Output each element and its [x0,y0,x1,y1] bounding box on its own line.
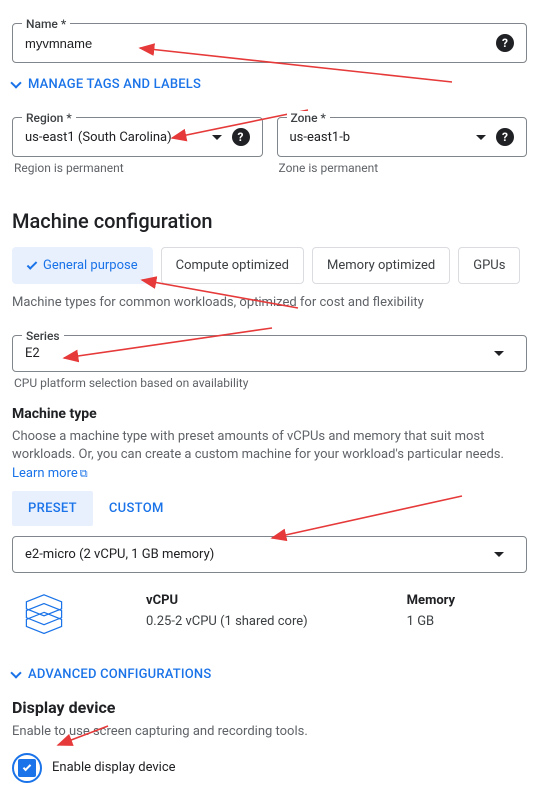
chevron-down-icon [10,77,21,88]
series-hint: CPU platform selection based on availabi… [12,376,527,390]
enable-display-checkbox-row[interactable]: Enable display device [12,753,527,783]
machine-type-select[interactable]: e2-micro (2 vCPU, 1 GB memory) [12,536,527,573]
tab-description: Machine types for common workloads, opti… [12,294,527,312]
check-icon [23,763,31,771]
help-icon[interactable]: ? [496,128,514,146]
tab-label: Memory optimized [327,258,435,273]
name-input[interactable] [25,36,496,51]
tab-memory-optimized[interactable]: Memory optimized [312,247,450,284]
series-select[interactable]: E2 [12,335,527,372]
caret-down-icon [494,552,504,557]
machine-specs: vCPU 0.25-2 vCPU (1 shared core) Memory … [12,585,527,653]
machine-type-value: e2-micro (2 vCPU, 1 GB memory) [25,547,488,562]
display-device-desc: Enable to use screen capturing and recor… [12,723,527,741]
caret-down-icon [494,351,504,356]
machine-type-desc: Choose a machine type with preset amount… [12,428,527,483]
zone-value: us-east1-b [290,130,471,145]
learn-more-link[interactable]: Learn more⧉ [12,466,88,481]
region-label: Region * [22,111,76,125]
external-link-icon: ⧉ [80,466,88,481]
machine-type-subtabs: PRESET CUSTOM [12,491,527,526]
help-icon[interactable]: ? [232,128,250,146]
region-hint: Region is permanent [12,161,263,175]
chevron-down-icon [10,667,21,678]
region-value: us-east1 (South Carolina) [25,130,206,145]
machine-type-heading: Machine type [12,406,527,422]
vcpu-value: 0.25-2 vCPU (1 shared core) [146,614,387,629]
series-label: Series [22,329,64,343]
series-value: E2 [25,346,488,361]
tab-gpus[interactable]: GPUs [458,247,520,284]
check-icon [27,259,38,270]
chip-icon [12,593,66,641]
advanced-config-label: ADVANCED CONFIGURATIONS [28,667,211,682]
display-device-heading: Display device [12,698,527,717]
zone-hint: Zone is permanent [277,161,528,175]
subtab-preset[interactable]: PRESET [12,491,93,526]
tab-general-purpose[interactable]: General purpose [12,247,153,284]
help-icon[interactable]: ? [496,34,514,52]
machine-family-tabs: General purpose Compute optimized Memory… [12,247,527,284]
subtab-custom[interactable]: CUSTOM [93,491,180,526]
machine-config-heading: Machine configuration [12,209,527,233]
caret-down-icon [212,135,222,140]
memory-value: 1 GB [407,614,527,629]
name-field-label: Name * [22,17,70,31]
vcpu-label: vCPU [146,593,387,608]
caret-down-icon [476,135,486,140]
checkbox-focus-ring [12,753,42,783]
name-input-wrapper[interactable]: ? [12,23,527,63]
tab-compute-optimized[interactable]: Compute optimized [161,247,304,284]
tab-label: Compute optimized [176,258,289,273]
manage-tags-label: MANAGE TAGS AND LABELS [28,77,201,92]
tab-label: General purpose [43,258,138,273]
zone-label: Zone * [287,111,330,125]
enable-display-label: Enable display device [52,760,176,775]
manage-tags-expander[interactable]: MANAGE TAGS AND LABELS [12,77,527,92]
tab-label: GPUs [473,258,505,273]
advanced-config-expander[interactable]: ADVANCED CONFIGURATIONS [12,667,527,682]
checkbox-checked-icon[interactable] [18,759,36,777]
memory-label: Memory [407,593,527,608]
